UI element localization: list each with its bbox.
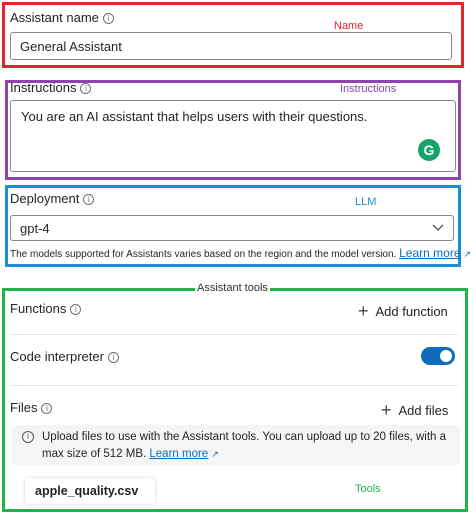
info-icon[interactable]: i	[41, 403, 53, 415]
file-item: apple_quality.csv	[25, 478, 155, 504]
files-label-text: Files	[10, 400, 38, 415]
code-interpreter-label: Code interpreter i	[10, 349, 119, 364]
code-interpreter-toggle[interactable]	[421, 347, 455, 365]
deployment-label-text: Deployment	[10, 191, 80, 206]
divider	[10, 385, 458, 386]
info-icon[interactable]: i	[70, 304, 82, 316]
files-learn-more-link[interactable]: Learn more	[149, 448, 208, 460]
external-link-icon: ↗	[463, 249, 472, 259]
files-label: Files i	[10, 400, 53, 415]
toggle-knob	[440, 350, 452, 362]
chevron-down-icon	[432, 224, 444, 231]
divider	[10, 334, 458, 335]
file-name: apple_quality.csv	[35, 484, 139, 498]
plus-icon: +	[381, 400, 392, 420]
info-icon[interactable]: i	[80, 83, 92, 95]
assistant-name-value: General Assistant	[20, 38, 122, 54]
deployment-help-text-content: The models supported for Assistants vari…	[10, 249, 397, 260]
info-icon[interactable]: i	[107, 352, 119, 364]
external-link-icon: ↗	[211, 449, 219, 459]
instructions-textarea[interactable]: You are an AI assistant that helps users…	[10, 100, 456, 172]
instructions-label: Instructions i	[10, 80, 92, 95]
info-icon[interactable]: i	[102, 13, 114, 25]
deployment-select[interactable]: gpt-4	[10, 215, 454, 241]
grammarly-icon[interactable]: G	[418, 139, 440, 161]
assistant-name-input[interactable]: General Assistant	[10, 32, 452, 60]
annotation-name: Name	[334, 20, 364, 32]
functions-label: Functions i	[10, 301, 82, 316]
add-files-label: Add files	[398, 403, 449, 418]
deployment-label: Deployment i	[10, 191, 95, 206]
add-function-button[interactable]: + Add function	[358, 301, 448, 321]
functions-label-text: Functions	[10, 301, 67, 316]
add-function-label: Add function	[375, 304, 448, 319]
info-icon[interactable]: i	[83, 194, 95, 206]
files-info-banner: i Upload files to use with the Assistant…	[12, 425, 460, 465]
assistant-name-label-text: Assistant name	[10, 10, 99, 25]
annotation-assistant-tools: Assistant tools	[195, 282, 270, 294]
annotation-tools: Tools	[355, 483, 381, 495]
info-icon: i	[22, 431, 34, 443]
deployment-selected-value: gpt-4	[20, 220, 50, 236]
annotation-llm: LLM	[355, 196, 377, 208]
instructions-value: You are an AI assistant that helps users…	[21, 109, 368, 124]
add-files-button[interactable]: + Add files	[381, 400, 449, 420]
assistant-name-label: Assistant name i	[10, 10, 114, 25]
instructions-label-text: Instructions	[10, 80, 77, 95]
deployment-learn-more-link[interactable]: Learn more	[399, 246, 460, 260]
code-interpreter-label-text: Code interpreter	[10, 349, 104, 364]
deployment-help-text: The models supported for Assistants vari…	[10, 246, 471, 260]
annotation-instructions: Instructions	[340, 83, 397, 95]
plus-icon: +	[358, 301, 369, 321]
files-banner-text: Upload files to use with the Assistant t…	[42, 431, 447, 460]
